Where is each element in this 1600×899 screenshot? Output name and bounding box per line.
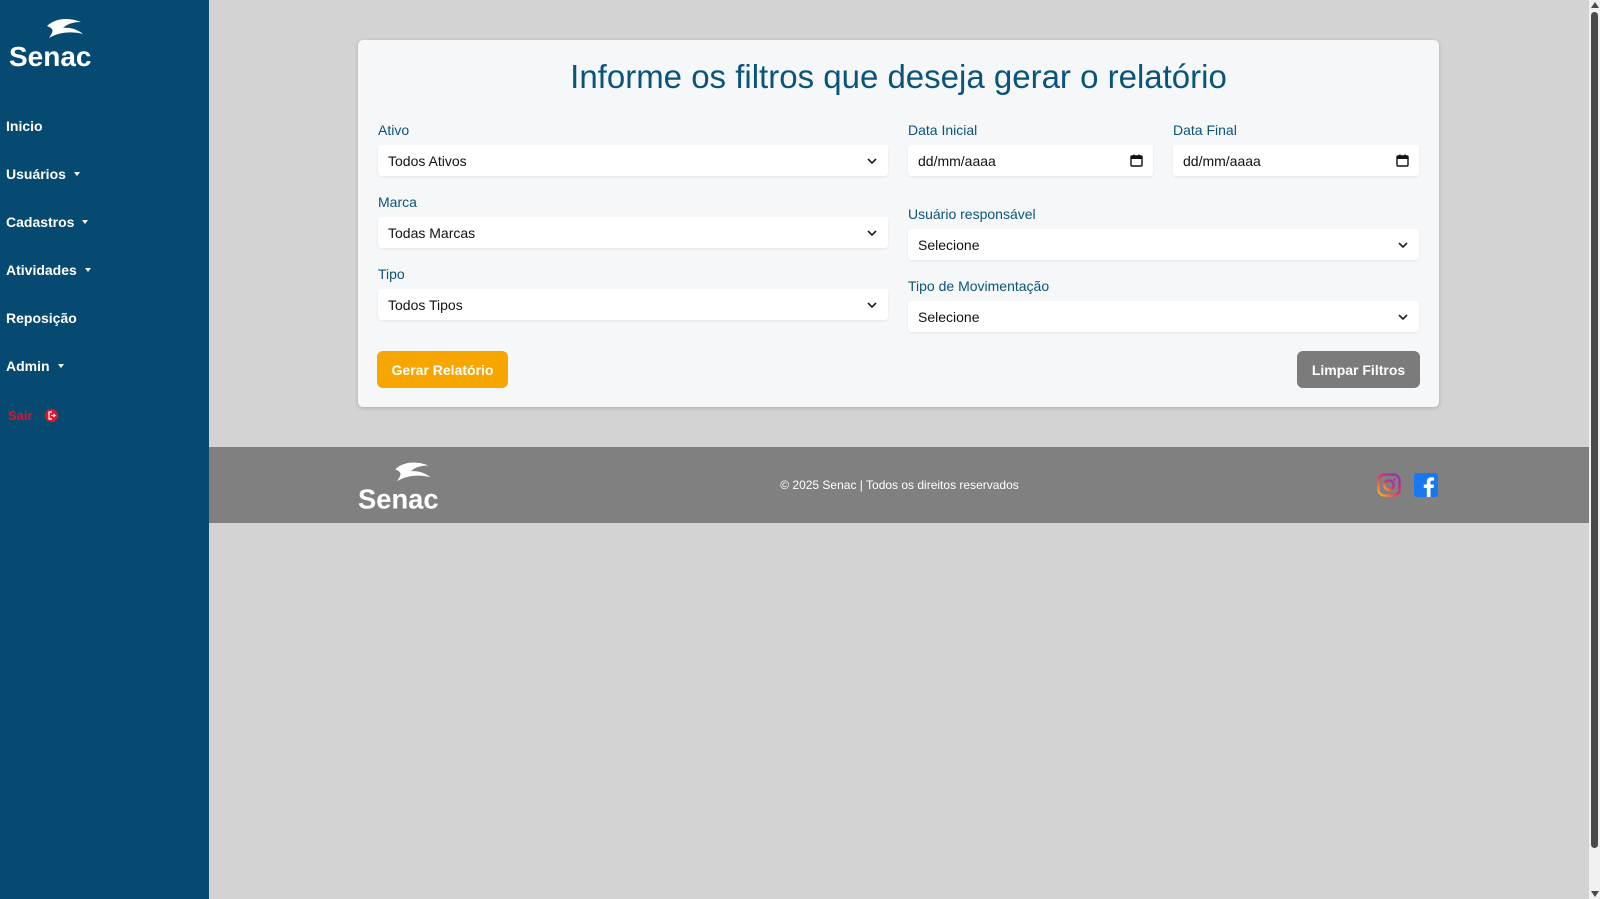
- usuario-value: Selecione: [918, 236, 980, 253]
- usuario-label: Usuário responsável: [908, 206, 1036, 222]
- sidebar-item-atividades[interactable]: Atividades: [6, 262, 91, 278]
- movimentacao-value: Selecione: [918, 308, 980, 325]
- tipo-select[interactable]: Todos Tipos: [378, 289, 888, 320]
- marca-select[interactable]: Todas Marcas: [378, 217, 888, 248]
- sidebar-item-label: Inicio: [6, 118, 43, 134]
- facebook-icon[interactable]: [1414, 473, 1438, 502]
- scroll-up-icon[interactable]: [1590, 2, 1599, 8]
- sidebar-item-reposicao[interactable]: Reposição: [6, 310, 77, 326]
- sidebar: Senac Inicio Usuários Cadastros Atividad…: [0, 0, 209, 899]
- sidebar-item-label: Reposição: [6, 310, 77, 326]
- scroll-down-icon[interactable]: [1590, 891, 1599, 897]
- instagram-icon[interactable]: [1377, 473, 1401, 502]
- movimentacao-label: Tipo de Movimentação: [908, 278, 1050, 294]
- sidebar-item-label: Admin: [6, 358, 50, 374]
- marca-value: Todas Marcas: [388, 224, 476, 241]
- data-inicial-input[interactable]: dd/mm/aaaa: [908, 145, 1153, 176]
- data-inicial-label: Data Inicial: [908, 122, 978, 138]
- tipo-label: Tipo: [378, 266, 405, 282]
- caret-down-icon: [57, 364, 64, 368]
- page-title: Informe os filtros que deseja gerar o re…: [570, 58, 1227, 95]
- caret-down-icon: [73, 172, 80, 176]
- caret-down-icon: [84, 268, 91, 272]
- movimentacao-select[interactable]: Selecione: [908, 301, 1419, 332]
- logout-link[interactable]: Sair: [8, 408, 58, 423]
- chevron-down-icon: [867, 301, 877, 308]
- usuario-select[interactable]: Selecione: [908, 229, 1419, 260]
- tipo-value: Todos Tipos: [388, 296, 463, 313]
- footer: Senac © 2025 Senac | Todos os direitos r…: [209, 447, 1590, 523]
- chevron-down-icon: [1398, 241, 1408, 248]
- data-final-label: Data Final: [1173, 122, 1237, 138]
- chevron-down-icon: [867, 157, 877, 164]
- report-filter-card: Informe os filtros que deseja gerar o re…: [358, 40, 1439, 407]
- clear-filters-button[interactable]: Limpar Filtros: [1297, 351, 1420, 388]
- sidebar-item-cadastros[interactable]: Cadastros: [6, 214, 89, 230]
- svg-text:Senac: Senac: [9, 41, 92, 68]
- ativo-value: Todos Ativos: [388, 152, 467, 169]
- marca-label: Marca: [378, 194, 417, 210]
- scroll-thumb[interactable]: [1591, 12, 1598, 848]
- chevron-down-icon: [1398, 313, 1408, 320]
- sidebar-item-label: Usuários: [6, 166, 66, 182]
- sidebar-item-inicio[interactable]: Inicio: [6, 118, 43, 134]
- calendar-icon[interactable]: [1396, 154, 1409, 167]
- generate-report-button[interactable]: Gerar Relatório: [377, 351, 508, 388]
- vertical-scrollbar[interactable]: [1589, 0, 1600, 899]
- data-final-input[interactable]: dd/mm/aaaa: [1173, 145, 1419, 176]
- caret-down-icon: [82, 220, 89, 224]
- senac-logo[interactable]: Senac: [9, 16, 97, 73]
- data-final-placeholder: dd/mm/aaaa: [1183, 152, 1261, 169]
- chevron-down-icon: [867, 229, 877, 236]
- sidebar-item-usuarios[interactable]: Usuários: [6, 166, 80, 182]
- ativo-select[interactable]: Todos Ativos: [378, 145, 888, 176]
- sidebar-item-admin[interactable]: Admin: [6, 358, 64, 374]
- ativo-label: Ativo: [378, 122, 410, 138]
- logout-icon: [44, 409, 58, 422]
- sidebar-item-label: Cadastros: [6, 214, 75, 230]
- sidebar-item-label: Atividades: [6, 262, 77, 278]
- data-inicial-placeholder: dd/mm/aaaa: [918, 152, 996, 169]
- calendar-icon[interactable]: [1130, 154, 1143, 167]
- logout-label: Sair: [8, 408, 33, 423]
